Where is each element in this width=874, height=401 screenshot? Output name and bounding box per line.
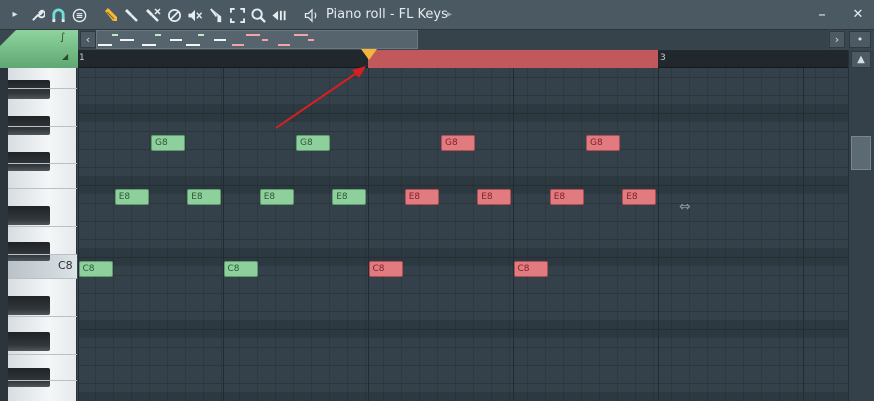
overview-note <box>214 39 226 41</box>
bar-number-1: 1 <box>79 53 85 63</box>
piano-white-key-divider <box>8 226 77 227</box>
piano-black-key[interactable] <box>8 332 50 351</box>
overview-pin-button[interactable]: • <box>849 31 871 48</box>
piano-white-key-divider <box>8 88 77 89</box>
piano-white-key-divider <box>8 163 77 164</box>
overview-thumb[interactable] <box>96 30 418 49</box>
note-e8-green[interactable]: E8 <box>259 189 294 205</box>
corner-curve-icon: ∫ <box>60 32 66 43</box>
title-bar: ▸ Piano roll - FL Keys ▸ – ✕ <box>0 0 874 30</box>
piano-white-key-divider <box>8 316 77 317</box>
note-e8-red[interactable]: E8 <box>622 189 657 205</box>
grid-row-shade <box>78 104 848 122</box>
overview-note <box>112 34 118 36</box>
piano-roll-corner-tab[interactable]: ∫ ◢ <box>0 30 78 68</box>
bar-line <box>658 68 659 401</box>
overview-prev-button[interactable]: ‹ <box>80 31 96 48</box>
window-title[interactable]: Piano roll - FL Keys <box>326 7 448 22</box>
key-label-c8: C8 <box>58 259 73 272</box>
vertical-scrollbar[interactable]: ▲ <box>848 50 874 401</box>
bar-line <box>513 68 514 401</box>
scroll-thumb[interactable] <box>851 136 871 170</box>
piano-black-key[interactable] <box>8 152 50 171</box>
overview-next-button[interactable]: › <box>829 31 845 48</box>
piano-black-key[interactable] <box>8 296 50 315</box>
playback-icon[interactable] <box>270 6 288 24</box>
piano-white-key-divider <box>8 380 77 381</box>
magnet-icon[interactable] <box>49 6 67 24</box>
note-g8-red[interactable]: G8 <box>586 135 620 151</box>
note-g8-green[interactable]: G8 <box>151 135 185 151</box>
bar-line <box>803 68 804 401</box>
note-c8-green[interactable]: C8 <box>78 261 113 277</box>
delete-icon[interactable] <box>144 6 162 24</box>
note-e8-red[interactable]: E8 <box>477 189 512 205</box>
overview-note <box>262 39 268 41</box>
piano-white-key-divider <box>8 126 77 127</box>
pattern-overview: ‹ › • <box>0 30 874 50</box>
grid-row-shade <box>78 392 848 401</box>
bar-line <box>223 68 224 401</box>
piano-keyboard[interactable] <box>8 68 77 401</box>
bar-line <box>78 68 79 401</box>
corner-resize-icon: ◢ <box>62 52 69 61</box>
paint-brush-icon[interactable] <box>123 6 141 24</box>
zoom-icon[interactable] <box>249 6 267 24</box>
note-e8-red[interactable]: E8 <box>549 189 584 205</box>
note-grid[interactable]: ⇔ G8 G8 G8 G8 E8 E8 E8 E8 E8 E8 E8 E8 C8 C8 C8 C8 <box>78 68 848 401</box>
overview-note <box>246 34 260 36</box>
piano-black-key[interactable] <box>8 80 50 99</box>
close-button[interactable]: ✕ <box>849 7 867 22</box>
time-selection[interactable] <box>368 50 658 68</box>
note-c8-green[interactable]: C8 <box>223 261 258 277</box>
options-icon[interactable] <box>70 6 88 24</box>
title-arrow-icon[interactable]: ▸ <box>447 9 452 20</box>
overview-note <box>155 34 161 36</box>
grid-row-shade <box>78 248 848 266</box>
resize-cursor-icon: ⇔ <box>679 199 691 215</box>
bar-number-3: 3 <box>660 53 666 63</box>
note-g8-red[interactable]: G8 <box>441 135 475 151</box>
pencil-icon[interactable] <box>102 6 120 24</box>
piano-black-key[interactable] <box>8 242 50 261</box>
piano-white-key-divider <box>8 254 77 255</box>
note-g8-green[interactable]: G8 <box>296 135 330 151</box>
mute-circle-icon[interactable] <box>165 6 183 24</box>
menu-arrow-icon[interactable]: ▸ <box>6 6 24 24</box>
note-c8-red[interactable]: C8 <box>513 261 548 277</box>
piano-black-key[interactable] <box>8 206 50 225</box>
overview-note <box>98 44 112 46</box>
note-e8-green[interactable]: E8 <box>187 189 222 205</box>
overview-note <box>232 44 244 46</box>
overview-note <box>308 39 314 41</box>
overview-note <box>294 34 308 36</box>
note-e8-red[interactable]: E8 <box>404 189 439 205</box>
piano-white-key-divider <box>8 188 77 189</box>
overview-note <box>120 39 134 41</box>
note-e8-green[interactable]: E8 <box>114 189 149 205</box>
note-e8-green[interactable]: E8 <box>332 189 367 205</box>
overview-note <box>278 44 290 46</box>
piano-white-key-divider <box>8 278 77 279</box>
minimize-button[interactable]: – <box>813 5 831 23</box>
bar-line <box>368 68 369 401</box>
overview-note <box>186 44 200 46</box>
wrench-icon[interactable] <box>28 6 46 24</box>
overview-note <box>170 39 182 41</box>
piano-white-key-divider <box>8 354 77 355</box>
scroll-up-button[interactable]: ▲ <box>851 51 871 68</box>
timeline-ruler[interactable]: 1 3 <box>78 49 848 68</box>
grid-row-shade <box>78 320 848 338</box>
note-c8-red[interactable]: C8 <box>368 261 403 277</box>
speaker-mute-icon[interactable] <box>186 6 204 24</box>
overview-note <box>142 44 156 46</box>
slice-icon[interactable] <box>207 6 225 24</box>
speaker-icon[interactable] <box>303 6 321 24</box>
keyboard-edge <box>0 68 8 401</box>
piano-black-key[interactable] <box>8 368 50 387</box>
overview-note <box>198 34 204 36</box>
select-icon[interactable] <box>228 6 246 24</box>
